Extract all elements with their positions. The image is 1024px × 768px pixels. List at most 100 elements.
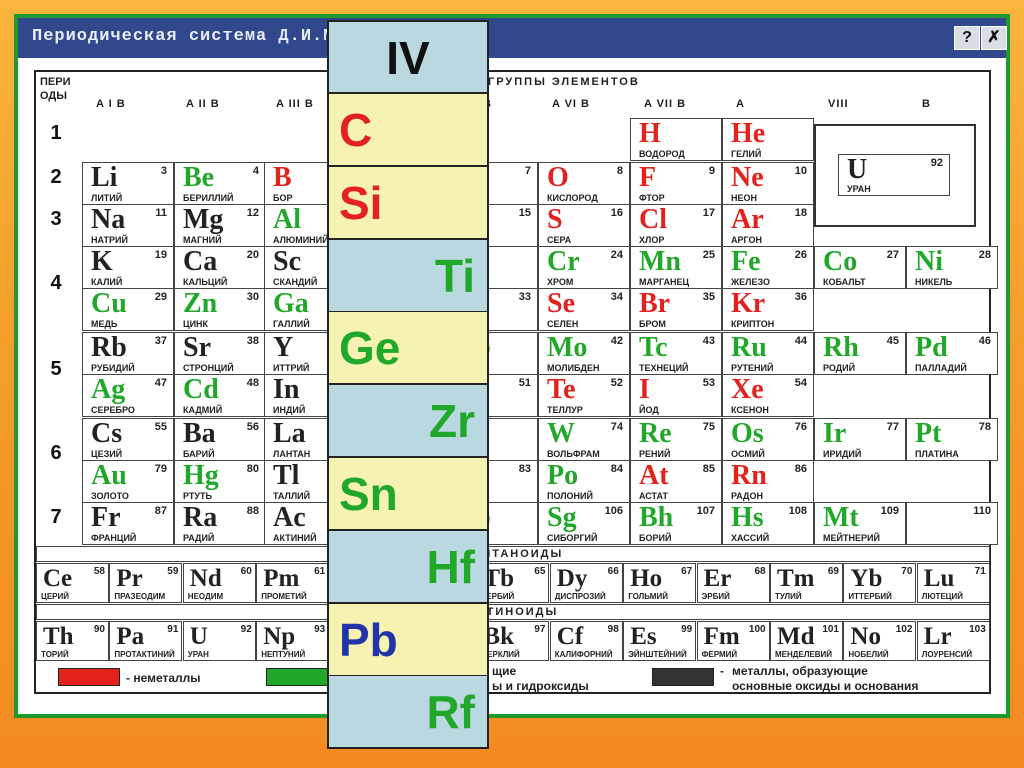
lanthanide-cell[interactable]: Yb 70 ИТТЕРБИЙ: [843, 563, 917, 603]
element-cell[interactable]: 110: [906, 502, 998, 545]
element-cell[interactable]: Ag 47 СЕРЕБРО: [82, 374, 174, 417]
actinide-cell[interactable]: Md 101 МЕНДЕЛЕВИЙ: [770, 621, 843, 661]
element-cell[interactable]: Rb 37 РУБИДИЙ: [82, 332, 174, 375]
element-cell[interactable]: Os 76 ОСМИЙ: [722, 418, 814, 461]
element-cell[interactable]: Cr 24 ХРОМ: [538, 246, 630, 289]
actinide-cell[interactable]: Fm 100 ФЕРМИЙ: [696, 621, 770, 661]
element-cell[interactable]: Ni 28 НИКЕЛЬ: [906, 246, 998, 289]
element-symbol: Pm: [263, 565, 300, 592]
element-cell[interactable]: Te 52 ТЕЛЛУР: [538, 374, 630, 417]
element-cell[interactable]: Zn 30 ЦИНК: [174, 288, 266, 331]
element-cell[interactable]: O 8 КИСЛОРОД: [538, 162, 630, 205]
group-iv-element[interactable]: Si: [329, 166, 487, 240]
element-cell[interactable]: Rh 45 РОДИЙ: [814, 332, 906, 375]
atomic-number: 67: [681, 566, 693, 577]
atomic-number: 8: [616, 165, 623, 177]
element-cell[interactable]: Fe 26 ЖЕЛЕЗО: [722, 246, 814, 289]
element-cell[interactable]: Na 11 НАТРИЙ: [82, 204, 174, 247]
element-name: ВОЛЬФРАМ: [547, 449, 600, 459]
element-cell[interactable]: Ne 10 НЕОН: [722, 162, 814, 205]
element-cell[interactable]: Ar 18 АРГОН: [722, 204, 814, 247]
group-iv-element[interactable]: Ti: [329, 239, 487, 313]
element-cell[interactable]: Cl 17 ХЛОР: [630, 204, 722, 247]
element-cell[interactable]: Mn 25 МАРГАНЕЦ: [630, 246, 722, 289]
element-cell[interactable]: Po 84 ПОЛОНИЙ: [538, 460, 630, 503]
element-cell[interactable]: Mt 109 МЕЙТНЕРИЙ: [814, 502, 906, 545]
element-cell[interactable]: Hs 108 ХАССИЙ: [722, 502, 814, 545]
element-cell[interactable]: Se 34 СЕЛЕН: [538, 288, 630, 331]
actinide-cell[interactable]: Th 90 ТОРИЙ: [36, 621, 109, 661]
atomic-number: 44: [794, 335, 807, 347]
actinide-cell[interactable]: No 102 НОБЕЛИЙ: [843, 621, 917, 661]
element-cell[interactable]: Sg 106 СИБОРГИЙ: [538, 502, 630, 545]
element-name: ФЕРМИЙ: [701, 650, 738, 659]
lanthanide-cell[interactable]: Er 68 ЭРБИЙ: [696, 563, 770, 603]
group-iv-element[interactable]: Rf: [329, 676, 487, 750]
element-cell[interactable]: Ra 88 РАДИЙ: [174, 502, 266, 545]
element-cell[interactable]: Au 79 ЗОЛОТО: [82, 460, 174, 503]
element-cell[interactable]: I 53 ЙОД: [630, 374, 722, 417]
actinide-cell[interactable]: Cf 98 КАЛИФОРНИЙ: [549, 621, 623, 661]
element-cell[interactable]: S 16 СЕРА: [538, 204, 630, 247]
element-cell[interactable]: Ca 20 КАЛЬЦИЙ: [174, 246, 266, 289]
element-cell[interactable]: Tc 43 ТЕХНЕЦИЙ: [630, 332, 722, 375]
element-name: ЭЙНШТЕЙНИЙ: [628, 650, 687, 659]
element-cell[interactable]: Sr 38 СТРОНЦИЙ: [174, 332, 266, 375]
element-name: ЗОЛОТО: [91, 491, 129, 501]
element-cell[interactable]: Cs 55 ЦЕЗИЙ: [82, 418, 174, 461]
element-symbol: Cf: [556, 623, 584, 650]
element-cell[interactable]: Pd 46 ПАЛЛАДИЙ: [906, 332, 998, 375]
element-cell[interactable]: Cu 29 МЕДЬ: [82, 288, 174, 331]
element-cell[interactable]: Re 75 РЕНИЙ: [630, 418, 722, 461]
element-cell[interactable]: Bh 107 БОРИЙ: [630, 502, 722, 545]
group-iv-element[interactable]: Pb: [329, 603, 487, 677]
element-name: ПАЛЛАДИЙ: [915, 363, 967, 373]
lanthanide-cell[interactable]: Lu 71 ЛЮТЕЦИЙ: [916, 563, 990, 603]
element-cell[interactable]: K 19 КАЛИЙ: [82, 246, 174, 289]
lanthanide-cell[interactable]: Pm 61 ПРОМЕТИЙ: [256, 563, 330, 603]
lanthanide-cell[interactable]: Dy 66 ДИСПРОЗИЙ: [549, 563, 623, 603]
element-cell[interactable]: At 85 АСТАТ: [630, 460, 722, 503]
element-cell[interactable]: Cd 48 КАДМИЙ: [174, 374, 266, 417]
element-cell[interactable]: Pt 78 ПЛАТИНА: [906, 418, 998, 461]
group-iv-element[interactable]: Zr: [329, 385, 487, 459]
element-cell[interactable]: Ru 44 РУТЕНИЙ: [722, 332, 814, 375]
element-cell[interactable]: Ir 77 ИРИДИЙ: [814, 418, 906, 461]
element-name: НЕОН: [731, 193, 758, 203]
group-iv-element[interactable]: Sn: [329, 458, 487, 531]
element-cell[interactable]: Mo 42 МОЛИБДЕН: [538, 332, 630, 375]
group-iv-element[interactable]: C: [329, 94, 487, 167]
lanthanide-cell[interactable]: Nd 60 НЕОДИМ: [182, 563, 256, 603]
actinide-cell[interactable]: U 92 УРАН: [182, 621, 256, 661]
actinide-cell[interactable]: Lr 103 ЛОУРЕНСИЙ: [916, 621, 990, 661]
lanthanide-cell[interactable]: Pr 59 ПРАЗЕОДИМ: [109, 563, 183, 603]
lanthanide-cell[interactable]: Tm 69 ТУЛИЙ: [770, 563, 843, 603]
group-iv-element[interactable]: Ge: [329, 312, 487, 386]
help-button[interactable]: ?: [954, 26, 980, 50]
element-cell[interactable]: Hg 80 РТУТЬ: [174, 460, 266, 503]
close-button[interactable]: ✗: [981, 26, 1007, 50]
element-symbol: Au: [91, 460, 127, 491]
element-cell[interactable]: Br 35 БРОМ: [630, 288, 722, 331]
actinide-cell[interactable]: Es 99 ЭЙНШТЕЙНИЙ: [623, 621, 697, 661]
element-cell[interactable]: Kr 36 КРИПТОН: [722, 288, 814, 331]
element-name: ИНДИЙ: [273, 405, 306, 415]
element-cell[interactable]: Ba 56 БАРИЙ: [174, 418, 266, 461]
element-cell[interactable]: Rn 86 РАДОН: [722, 460, 814, 503]
element-symbol: Er: [703, 565, 732, 592]
element-cell[interactable]: Li 3 ЛИТИЙ: [82, 162, 174, 205]
element-cell[interactable]: F 9 ФТОР: [630, 162, 722, 205]
element-cell[interactable]: Fr 87 ФРАНЦИЙ: [82, 502, 174, 545]
element-cell[interactable]: W 74 ВОЛЬФРАМ: [538, 418, 630, 461]
element-cell[interactable]: Xe 54 КСЕНОН: [722, 374, 814, 417]
actinide-cell[interactable]: Pa 91 ПРОТАКТИНИЙ: [109, 621, 183, 661]
element-cell[interactable]: H ВОДОРОД: [630, 118, 722, 161]
group-iv-element[interactable]: Hf: [329, 530, 487, 604]
element-cell[interactable]: Mg 12 МАГНИЙ: [174, 204, 266, 247]
actinide-cell[interactable]: Np 93 НЕПТУНИЙ: [256, 621, 330, 661]
element-cell[interactable]: He ГЕЛИЙ: [722, 118, 814, 161]
lanthanide-cell[interactable]: Ce 58 ЦЕРИЙ: [36, 563, 109, 603]
element-cell[interactable]: Co 27 КОБАЛЬТ: [814, 246, 906, 289]
lanthanide-cell[interactable]: Ho 67 ГОЛЬМИЙ: [623, 563, 697, 603]
element-cell[interactable]: Be 4 БЕРИЛЛИЙ: [174, 162, 266, 205]
